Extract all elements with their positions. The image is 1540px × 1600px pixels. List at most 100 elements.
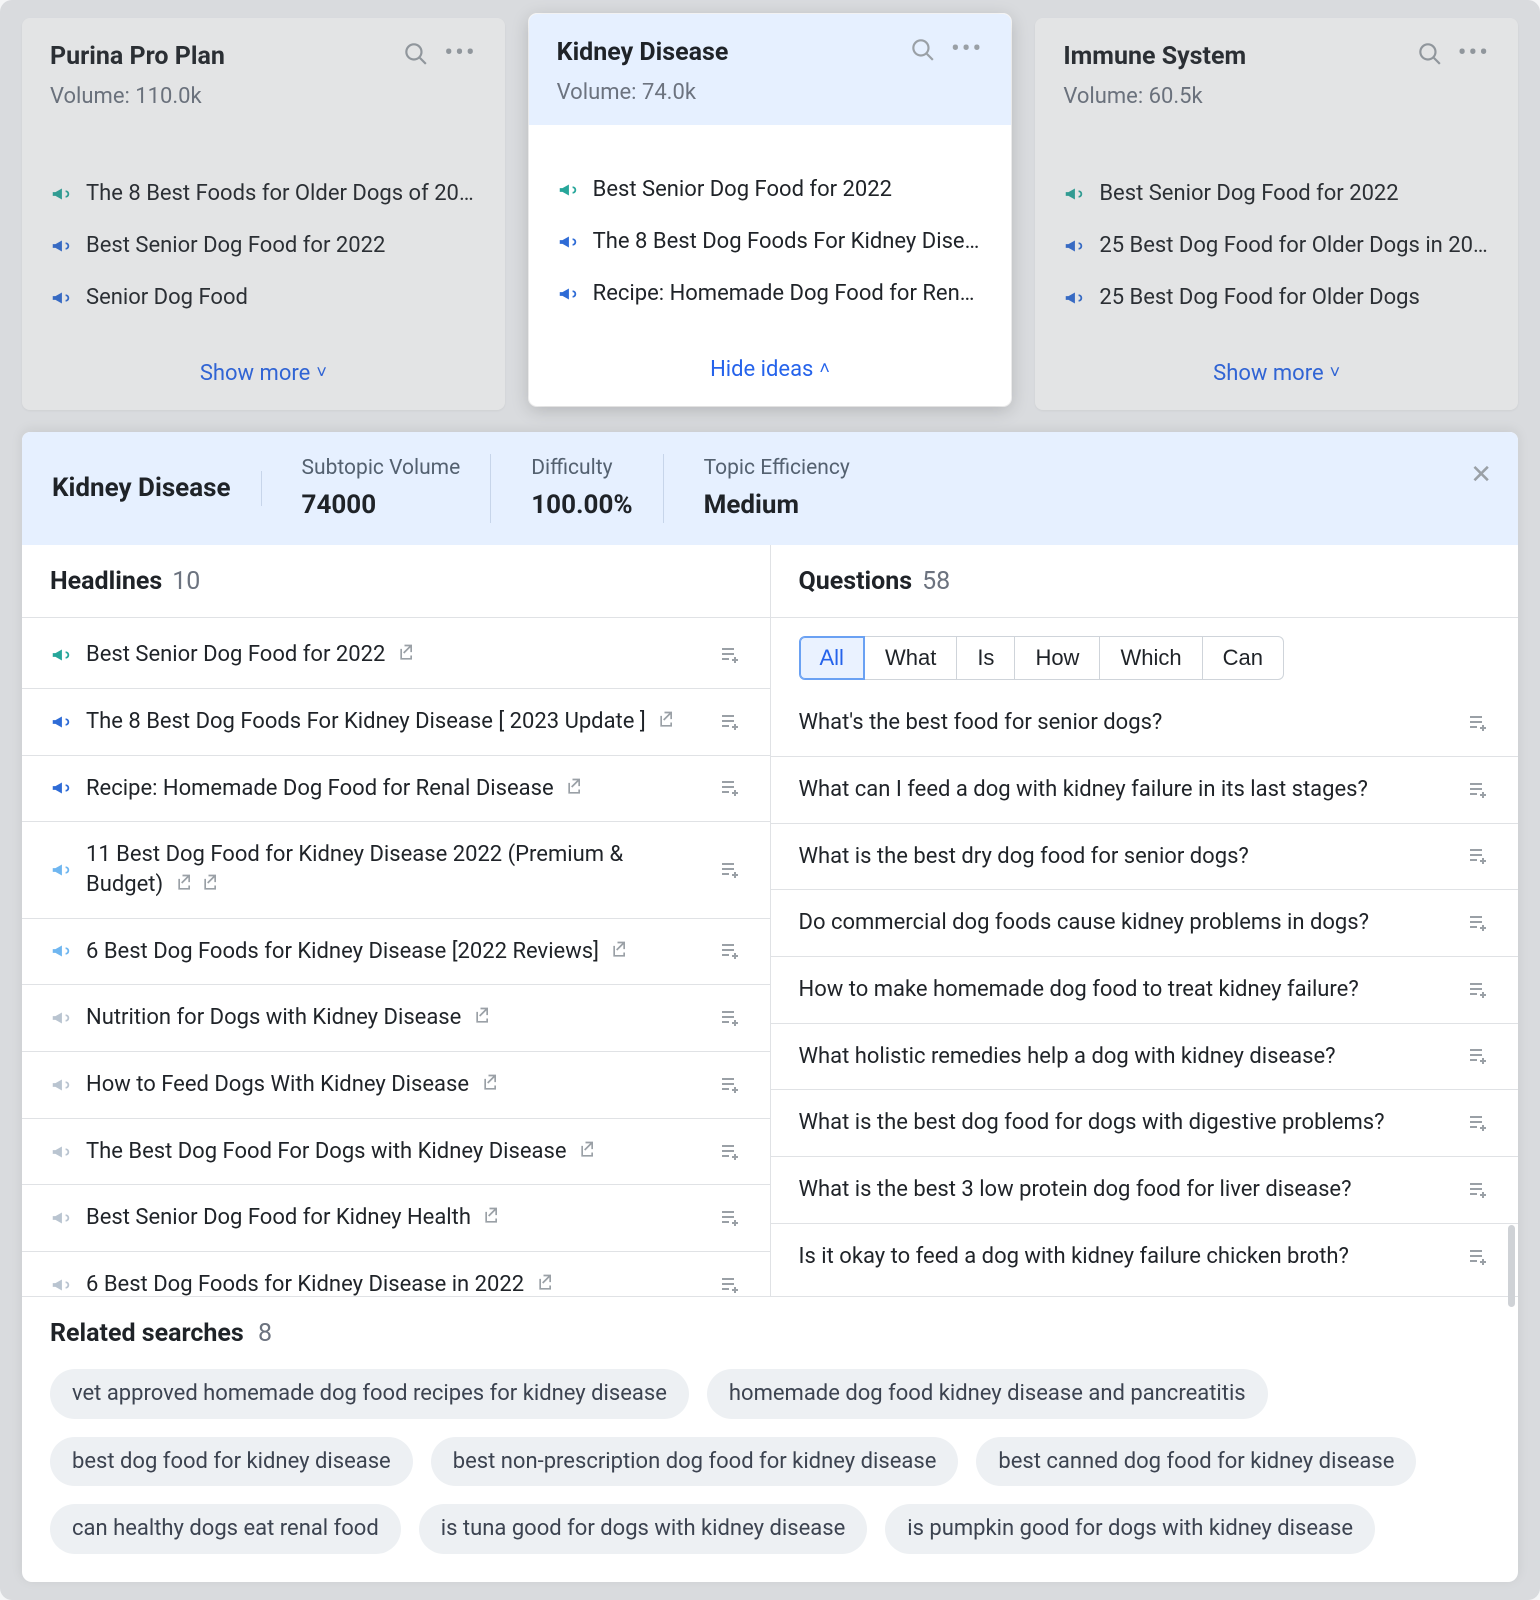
related-chip[interactable]: can healthy dogs eat renal food [50, 1504, 401, 1554]
topic-card[interactable]: Kidney Disease Volume: 74.0k ••• Best Se… [529, 14, 1012, 406]
question-row[interactable]: How to make homemade dog food to treat k… [771, 957, 1519, 1024]
headline-row[interactable]: Best Senior Dog Food for Kidney Health [22, 1185, 770, 1252]
more-icon[interactable]: ••• [951, 36, 983, 62]
idea-line[interactable]: Best Senior Dog Food for 2022 [1063, 179, 1490, 209]
add-to-list-icon[interactable] [718, 1073, 742, 1097]
app-frame: Purina Pro Plan Volume: 110.0k ••• The 8… [0, 0, 1540, 1600]
headline-row[interactable]: The 8 Best Dog Foods For Kidney Disease … [22, 689, 770, 756]
add-to-list-icon[interactable] [1466, 1178, 1490, 1202]
headline-row[interactable]: Recipe: Homemade Dog Food for Renal Dise… [22, 756, 770, 823]
question-row[interactable]: What is the best dry dog food for senior… [771, 824, 1519, 891]
topic-card[interactable]: Purina Pro Plan Volume: 110.0k ••• The 8… [22, 18, 505, 410]
headline-row[interactable]: How to Feed Dogs With Kidney Disease [22, 1052, 770, 1119]
idea-line[interactable]: Senior Dog Food [50, 283, 477, 313]
add-to-list-icon[interactable] [1466, 711, 1490, 735]
external-link-icon[interactable] [565, 776, 585, 796]
more-icon[interactable]: ••• [1458, 40, 1490, 66]
related-title: Related searches [50, 1319, 244, 1348]
headline-row[interactable]: The Best Dog Food For Dogs with Kidney D… [22, 1119, 770, 1186]
show-more-button[interactable]: Show more ˅ [1035, 347, 1518, 411]
show-more-button[interactable]: Show more ˅ [22, 347, 505, 411]
related-chip[interactable]: is tuna good for dogs with kidney diseas… [419, 1504, 867, 1554]
question-text: What holistic remedies help a dog with k… [799, 1042, 1453, 1072]
add-to-list-icon[interactable] [718, 1206, 742, 1230]
idea-line[interactable]: The 8 Best Dog Foods For Kidney Diseas..… [557, 227, 984, 257]
related-chip[interactable]: is pumpkin good for dogs with kidney dis… [885, 1504, 1375, 1554]
related-chip[interactable]: best non-prescription dog food for kidne… [431, 1437, 959, 1487]
external-link-icon[interactable] [175, 872, 195, 892]
add-to-list-icon[interactable] [1466, 1245, 1490, 1269]
question-row[interactable]: What can I feed a dog with kidney failur… [771, 757, 1519, 824]
add-to-list-icon[interactable] [1466, 911, 1490, 935]
question-row[interactable]: What is the best dog food for dogs with … [771, 1090, 1519, 1157]
idea-line[interactable]: 25 Best Dog Food for Older Dogs [1063, 283, 1490, 313]
headline-row[interactable]: 6 Best Dog Foods for Kidney Disease [202… [22, 919, 770, 986]
idea-line[interactable]: Best Senior Dog Food for 2022 [50, 231, 477, 261]
card-header: Kidney Disease Volume: 74.0k ••• [529, 14, 1012, 125]
question-row[interactable]: Is it okay to feed a dog with kidney fai… [771, 1224, 1519, 1290]
headline-row[interactable]: Best Senior Dog Food for 2022 [22, 622, 770, 689]
headline-text: 6 Best Dog Foods for Kidney Disease in 2… [86, 1272, 524, 1296]
external-link-icon[interactable] [657, 709, 677, 729]
headline-row[interactable]: 11 Best Dog Food for Kidney Disease 2022… [22, 822, 770, 918]
toggle-label: Show more [200, 359, 310, 389]
card-header: Purina Pro Plan Volume: 110.0k ••• [22, 18, 505, 129]
card-volume: Volume: 60.5k [1063, 82, 1246, 112]
topic-cards-row: Purina Pro Plan Volume: 110.0k ••• The 8… [0, 0, 1540, 410]
external-link-icon[interactable] [473, 1005, 493, 1025]
idea-line[interactable]: 25 Best Dog Food for Older Dogs in 2022 [1063, 231, 1490, 261]
add-to-list-icon[interactable] [1466, 978, 1490, 1002]
search-icon[interactable] [1416, 40, 1442, 66]
filter-all[interactable]: All [799, 636, 865, 680]
external-link-icon[interactable] [536, 1272, 556, 1292]
add-to-list-icon[interactable] [1466, 1044, 1490, 1068]
add-to-list-icon[interactable] [1466, 844, 1490, 868]
more-icon[interactable]: ••• [444, 40, 476, 66]
idea-line[interactable]: The 8 Best Foods for Older Dogs of 2022 [50, 179, 477, 209]
add-to-list-icon[interactable] [718, 1140, 742, 1164]
add-to-list-icon[interactable] [1466, 778, 1490, 802]
filter-what[interactable]: What [865, 636, 957, 680]
question-row[interactable]: What's the best food for senior dogs? [771, 690, 1519, 757]
headlines-header: Headlines 10 [22, 545, 770, 618]
add-to-list-icon[interactable] [718, 1006, 742, 1030]
external-link-icon[interactable] [201, 872, 221, 892]
add-to-list-icon[interactable] [718, 710, 742, 734]
filter-is[interactable]: Is [957, 636, 1015, 680]
add-to-list-icon[interactable] [718, 939, 742, 963]
filter-how[interactable]: How [1015, 636, 1100, 680]
external-link-icon[interactable] [481, 1072, 501, 1092]
add-to-list-icon[interactable] [718, 776, 742, 800]
related-chip[interactable]: best dog food for kidney disease [50, 1437, 413, 1487]
related-chips: vet approved homemade dog food recipes f… [50, 1369, 1490, 1554]
related-chip[interactable]: best canned dog food for kidney disease [976, 1437, 1416, 1487]
external-link-icon[interactable] [397, 642, 417, 662]
question-row[interactable]: What is the best 3 low protein dog food … [771, 1157, 1519, 1224]
close-icon[interactable]: ✕ [1470, 458, 1492, 493]
detail-panel: Kidney Disease Subtopic Volume 74000 Dif… [22, 432, 1518, 1582]
hide-ideas-button[interactable]: Hide ideas ˄ [529, 343, 1012, 407]
related-chip[interactable]: vet approved homemade dog food recipes f… [50, 1369, 689, 1419]
add-to-list-icon[interactable] [718, 858, 742, 882]
topic-card[interactable]: Immune System Volume: 60.5k ••• Best Sen… [1035, 18, 1518, 410]
search-icon[interactable] [909, 36, 935, 62]
add-to-list-icon[interactable] [718, 643, 742, 667]
question-row[interactable]: Do commercial dog foods cause kidney pro… [771, 890, 1519, 957]
idea-line[interactable]: Best Senior Dog Food for 2022 [557, 175, 984, 205]
question-row[interactable]: What holistic remedies help a dog with k… [771, 1024, 1519, 1091]
scrollbar-thumb[interactable] [1508, 1225, 1515, 1307]
headline-row[interactable]: 6 Best Dog Foods for Kidney Disease in 2… [22, 1252, 770, 1296]
headline-row[interactable]: Nutrition for Dogs with Kidney Disease [22, 985, 770, 1052]
filter-can[interactable]: Can [1203, 636, 1284, 680]
add-to-list-icon[interactable] [1466, 1111, 1490, 1135]
add-to-list-icon[interactable] [718, 1273, 742, 1296]
idea-line[interactable]: Recipe: Homemade Dog Food for Renal ... [557, 279, 984, 309]
external-link-icon[interactable] [610, 939, 630, 959]
filter-which[interactable]: Which [1100, 636, 1202, 680]
related-chip[interactable]: homemade dog food kidney disease and pan… [707, 1369, 1268, 1419]
external-link-icon[interactable] [578, 1139, 598, 1159]
idea-text: The 8 Best Foods for Older Dogs of 2022 [86, 179, 477, 209]
search-icon[interactable] [402, 40, 428, 66]
megaphone-icon [50, 1274, 72, 1296]
external-link-icon[interactable] [482, 1205, 502, 1225]
